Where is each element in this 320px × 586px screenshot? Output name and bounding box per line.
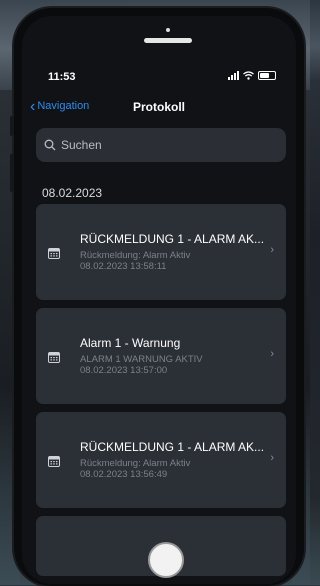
entry-message: Rückmeldung: Alarm Aktiv: [80, 458, 191, 469]
calendar-icon: [48, 248, 60, 259]
search-icon: [44, 139, 56, 151]
status-time: 11:53: [48, 71, 76, 83]
chevron-right-icon: ›: [270, 244, 274, 256]
calendar-icon: [48, 352, 60, 363]
phone-frame: 11:53 ‹ Navigation Protokoll Suchen 08.0…: [10, 8, 304, 586]
search-placeholder: Suchen: [61, 138, 102, 152]
entry-message: Rückmeldung: Alarm Aktiv: [80, 250, 191, 261]
entry-detail: ALARM 1 WARNUNG AKTIV 08.02.2023 13:57:0…: [80, 354, 203, 376]
entry-detail: Rückmeldung: Alarm Aktiv 08.02.2023 13:5…: [80, 250, 190, 272]
section-date: 08.02.2023: [42, 186, 103, 200]
entry-timestamp: 08.02.2023 13:56:49: [80, 469, 168, 480]
list-item[interactable]: Alarm 1 - Warnung ALARM 1 WARNUNG AKTIV …: [36, 308, 286, 404]
entry-detail: Rückmeldung: Alarm Aktiv 08.02.2023 13:5…: [80, 458, 190, 480]
list-item[interactable]: RÜCKMELDUNG 1 - ALARM AK... Rückmeldung:…: [36, 204, 286, 300]
page-title: Protokoll: [132, 100, 185, 114]
speaker-bar: [144, 38, 192, 43]
signal-icon: [228, 71, 239, 80]
list-item[interactable]: RÜCKMELDUNG 1 - ALARM AK... Rückmeldung:…: [36, 412, 286, 508]
entry-title: RÜCKMELDUNG 1 - ALARM AK...: [80, 232, 265, 246]
entry-title: RÜCKMELDUNG 1 - ALARM AK...: [80, 440, 265, 454]
status-icons: [228, 71, 276, 80]
entry-timestamp: 08.02.2023 13:57:00: [80, 365, 168, 376]
battery-icon: [258, 71, 276, 80]
calendar-icon: [48, 456, 60, 467]
volume-up-button: [10, 154, 14, 192]
entry-message: ALARM 1 WARNUNG AKTIV: [80, 354, 203, 365]
camera-dot: [166, 28, 170, 32]
chevron-right-icon: ›: [270, 348, 274, 360]
search-input[interactable]: Suchen: [36, 128, 286, 162]
wifi-icon: [243, 71, 254, 80]
screen: 11:53 ‹ Navigation Protokoll Suchen 08.0…: [22, 16, 296, 584]
entry-timestamp: 08.02.2023 13:58:11: [80, 261, 167, 272]
entry-title: Alarm 1 - Warnung: [80, 336, 181, 350]
side-button: [10, 116, 14, 136]
home-button[interactable]: [148, 542, 184, 578]
chevron-right-icon: ›: [270, 452, 274, 464]
